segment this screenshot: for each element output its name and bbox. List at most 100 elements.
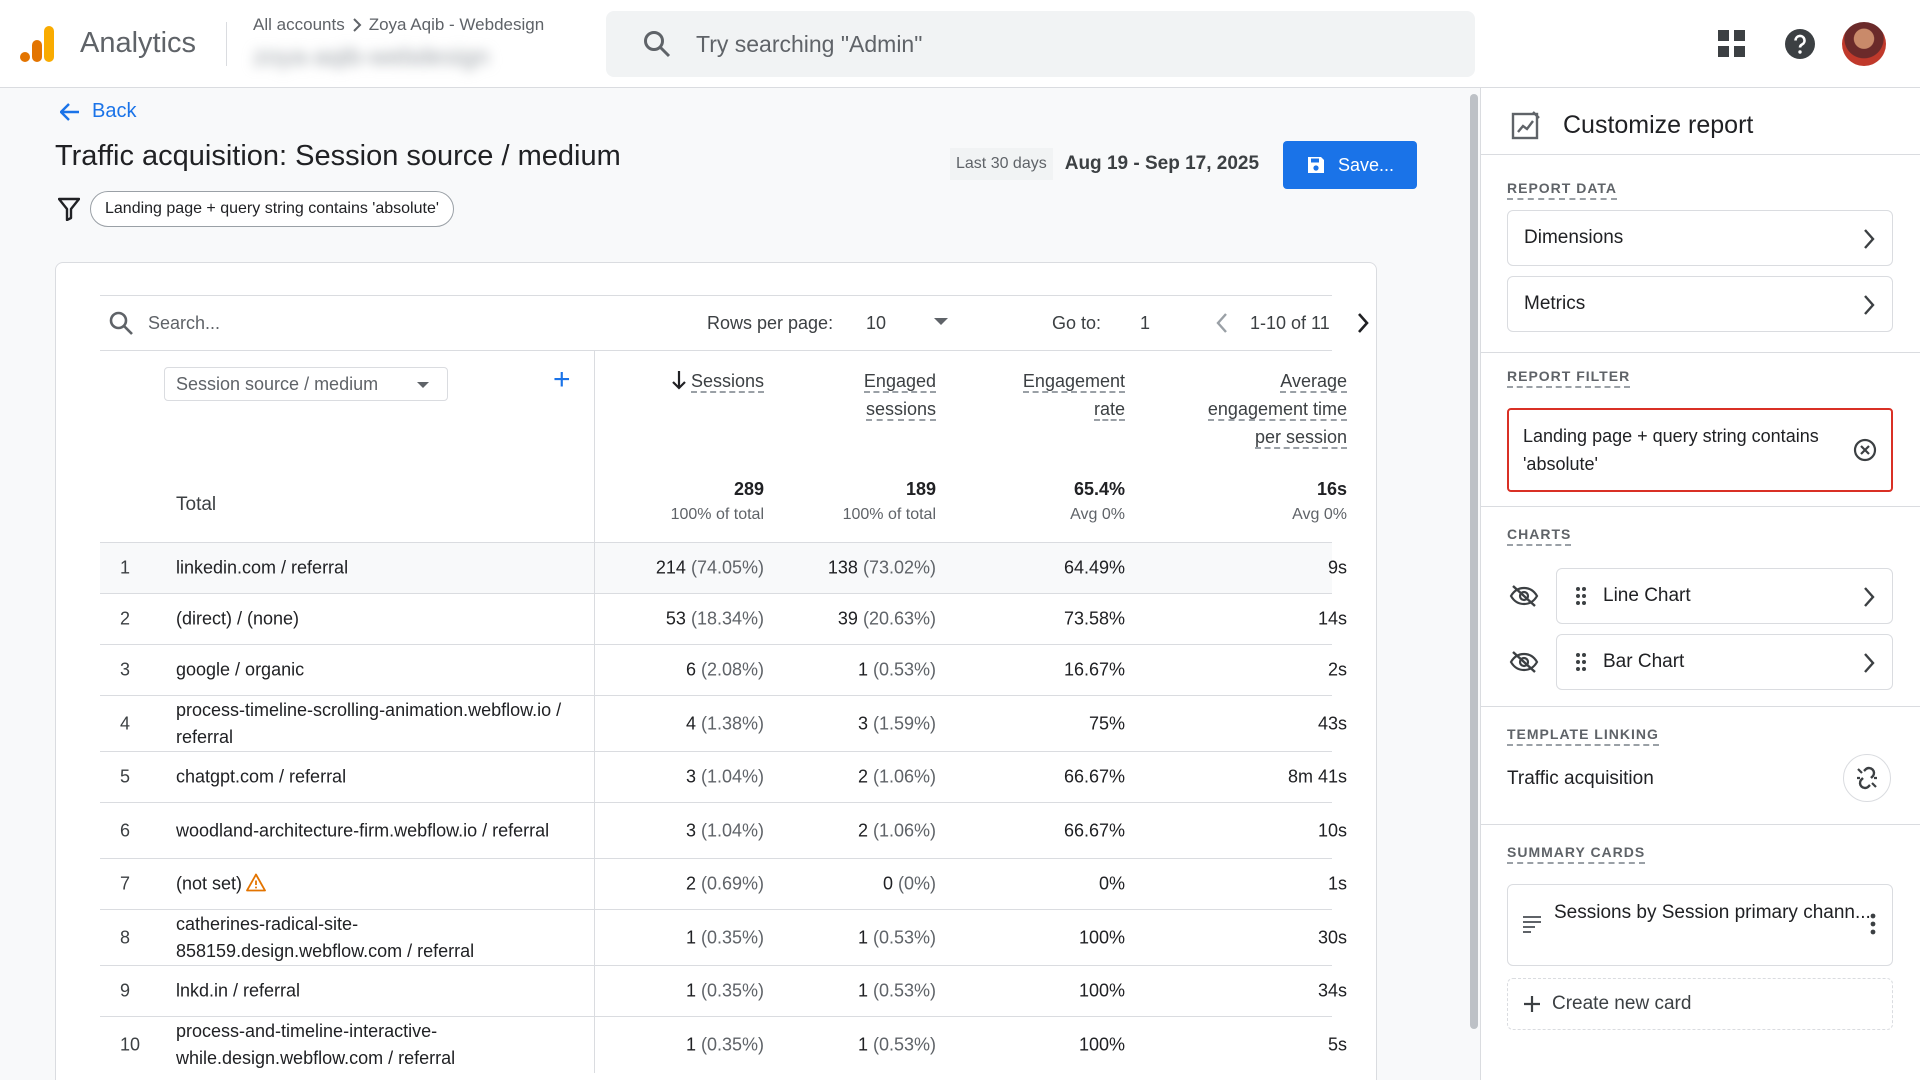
engaged-value: 0 [882,873,893,894]
sessions-percent: (0.35%) [700,1034,764,1055]
engaged-percent: (1.06%) [872,766,936,787]
row-time: 34s [1317,980,1347,1001]
total-engaged: 189 [905,479,936,499]
engaged-sessions-header[interactable]: Engaged sessions [800,367,936,423]
go-to-input[interactable]: 1 [1140,313,1150,334]
user-avatar[interactable] [1842,22,1886,66]
row-engaged: 2 (1.06%) [776,820,936,841]
bar-chart-item[interactable]: Bar Chart [1556,634,1893,690]
row-engaged: 1 (0.53%) [776,660,936,681]
row-index: 5 [120,766,131,787]
report-filter-text: Landing page + query string contains 'ab… [1523,426,1819,474]
table-row[interactable]: 10 process-and-timeline-interactive-whil… [100,1017,1347,1073]
row-dimension: chatgpt.com / referral [176,766,347,787]
column-divider [594,910,595,965]
line-chart-item[interactable]: Line Chart [1556,568,1893,624]
column-divider [594,543,595,593]
help-icon[interactable] [1784,28,1816,60]
sessions-header[interactable]: Sessions [630,367,764,395]
analytics-logo[interactable]: Analytics [20,24,196,64]
chevron-left-icon[interactable] [1214,311,1230,335]
search-input[interactable] [696,30,1396,58]
dimension-selector[interactable]: Session source / medium [164,367,448,401]
back-label: Back [92,100,137,122]
save-label: Save... [1337,154,1395,175]
row-rate: 64.49% [1063,557,1125,578]
report-filter-box[interactable]: Landing page + query string contains 'ab… [1507,408,1893,492]
report-data-label: REPORT DATA [1507,180,1618,200]
table-row[interactable]: 6 woodland-architecture-firm.webflow.io … [100,803,1347,859]
rows-per-page-select[interactable]: 10 [866,313,886,334]
chevron-right-icon[interactable] [1355,311,1371,335]
dimensions-button[interactable]: Dimensions [1507,210,1893,266]
save-button[interactable]: Save... [1283,141,1417,189]
summary-card-item[interactable]: Sessions by Session primary chann... [1507,884,1893,966]
date-picker[interactable]: Last 30 days Aug 19 - Sep 17, 2025 [950,148,1259,180]
sessions-value: 1 [685,980,696,1001]
more-vert-icon[interactable] [1870,913,1876,935]
table-row[interactable]: 1 linkedin.com / referral 214 (74.05%) 1… [100,543,1347,594]
table-row[interactable]: 4 process-timeline-scrolling-animation.w… [100,696,1347,752]
close-circle-icon[interactable] [1853,438,1877,462]
date-preset-label: Last 30 days [950,148,1053,180]
row-index: 7 [120,873,131,894]
row-engaged: 1 (0.53%) [776,1035,936,1056]
caret-down-icon[interactable] [934,318,948,325]
create-new-card-button[interactable]: Create new card [1507,978,1893,1030]
total-engaged-sub: 100% of total [842,506,936,523]
row-index: 8 [120,927,131,947]
table-row[interactable]: 9 lnkd.in / referral 1 (0.35%) 1 (0.53%)… [100,966,1347,1017]
table-row[interactable]: 7 (not set) 2 (0.69%) 0 (0%) 0% 1s [100,859,1347,910]
account-switcher[interactable]: All accounts Zoya Aqib - Webdesign zoya-… [253,15,544,72]
unlink-template-button[interactable] [1843,754,1891,802]
row-sessions: 53 (18.34%) [604,609,764,630]
row-dimension: linkedin.com / referral [176,557,349,578]
app-name: Analytics [80,27,197,59]
add-dimension-button[interactable]: + [553,365,571,395]
row-dimension: lnkd.in / referral [176,980,301,1001]
rate-header-line2: rate [1093,399,1125,421]
warning-icon[interactable] [246,873,266,892]
divider [1481,352,1920,353]
chevron-right-icon [353,18,362,32]
visibility-off-icon[interactable] [1509,650,1539,674]
engaged-percent: (0%) [897,873,936,894]
engaged-value: 1 [857,659,868,680]
row-time: 5s [1327,1034,1347,1055]
row-index: 9 [120,980,131,1001]
engagement-rate-header[interactable]: Engagement rate [980,367,1125,423]
engaged-value: 2 [857,766,868,787]
sessions-percent: (0.35%) [700,927,764,947]
table-row[interactable]: 5 chatgpt.com / referral 3 (1.04%) 2 (1.… [100,752,1347,803]
drag-handle-icon[interactable] [1575,585,1587,607]
table-search-input[interactable] [148,312,548,334]
row-time: 8m 41s [1287,766,1347,787]
apps-grid-icon[interactable] [1718,30,1746,58]
filter-chip[interactable]: Landing page + query string contains 'ab… [90,191,454,227]
avg-engagement-time-header[interactable]: Average engagement time per session [1140,367,1347,451]
table-row[interactable]: 3 google / organic 6 (2.08%) 1 (0.53%) 1… [100,645,1347,696]
row-index: 2 [120,608,131,629]
page-title: Traffic acquisition: Session source / me… [55,140,621,172]
link-off-icon [1857,766,1877,790]
global-search[interactable] [606,11,1475,77]
column-divider [594,351,595,542]
table-row[interactable]: 2 (direct) / (none) 53 (18.34%) 39 (20.6… [100,594,1347,645]
line-chart-label: Line Chart [1603,585,1691,606]
breadcrumb-all-accounts[interactable]: All accounts [253,15,345,35]
row-time: 9s [1327,557,1347,578]
table-toolbar: Rows per page: 10 Go to: 1 1-10 of 11 [100,295,1369,351]
row-engaged: 1 (0.53%) [776,927,936,948]
metrics-button[interactable]: Metrics [1507,276,1893,332]
table-row[interactable]: 8 catherines-radical-site-858159.design.… [100,910,1347,966]
drag-handle-icon[interactable] [1575,651,1587,673]
engaged-value: 3 [857,713,868,733]
visibility-off-icon[interactable] [1509,584,1539,608]
chevron-right-icon [1864,587,1875,607]
sessions-value: 4 [685,713,696,733]
row-dimension-text: (not set) [176,873,243,894]
sessions-percent: (0.69%) [700,873,764,894]
vertical-scrollbar[interactable] [1470,94,1478,1029]
sessions-value: 1 [685,927,696,947]
back-link[interactable]: Back [60,100,136,123]
